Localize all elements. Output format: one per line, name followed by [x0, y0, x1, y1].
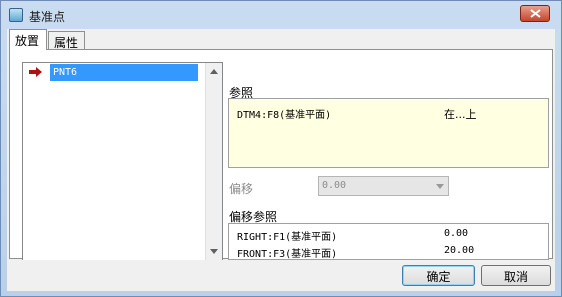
tab-properties[interactable]: 属性	[48, 31, 85, 50]
offset-reference-value[interactable]: 0.00	[444, 228, 468, 239]
current-point-arrow-icon	[29, 67, 42, 77]
list-item[interactable]: PNT6	[50, 64, 198, 81]
reference-name: DTM4:F8(基准平面)	[237, 110, 332, 121]
datum-point-dialog: 基准点 放置 属性 PNT6 参照 DTM4:F8(基准平面) 在...上 偏移…	[0, 0, 562, 297]
cancel-button[interactable]: 取消	[481, 265, 551, 286]
dialog-body: 放置 属性 PNT6 参照 DTM4:F8(基准平面) 在...上 偏移 0.0…	[7, 29, 555, 291]
references-collector[interactable]: DTM4:F8(基准平面) 在...上	[228, 98, 549, 168]
offset-reference-name: FRONT:F3(基准平面)	[237, 249, 338, 260]
window-title: 基准点	[29, 10, 66, 24]
offset-references-collector[interactable]: RIGHT:F1(基准平面) 0.00 FRONT:F3(基准平面) 20.00	[228, 223, 549, 260]
placement-panel: PNT6 参照 DTM4:F8(基准平面) 在...上 偏移 0.00 偏移参照	[9, 49, 553, 262]
offset-reference-row[interactable]: RIGHT:F1(基准平面) 0.00	[237, 228, 537, 243]
point-list[interactable]: PNT6	[22, 62, 223, 262]
scroll-up-icon[interactable]	[210, 69, 218, 74]
button-bar: 确定 取消	[7, 260, 555, 291]
reference-row[interactable]: DTM4:F8(基准平面) 在...上	[237, 106, 537, 121]
offset-label: 偏移	[229, 182, 254, 196]
ok-button[interactable]: 确定	[402, 265, 475, 286]
reference-constraint[interactable]: 在...上	[444, 106, 477, 122]
offset-reference-value[interactable]: 20.00	[444, 245, 474, 256]
scroll-down-icon[interactable]	[210, 249, 218, 254]
close-icon	[530, 9, 541, 18]
title-bar[interactable]: 基准点	[1, 1, 561, 29]
chevron-down-icon[interactable]	[436, 184, 444, 189]
close-button[interactable]	[520, 5, 550, 22]
list-scrollbar[interactable]	[205, 63, 222, 261]
offset-reference-name: RIGHT:F1(基准平面)	[237, 232, 338, 243]
app-icon	[9, 8, 23, 22]
tab-placement[interactable]: 放置	[9, 29, 47, 50]
offset-combobox[interactable]: 0.00	[318, 176, 449, 196]
offset-value: 0.00	[322, 180, 347, 191]
offset-reference-row[interactable]: FRONT:F3(基准平面) 20.00	[237, 245, 537, 260]
